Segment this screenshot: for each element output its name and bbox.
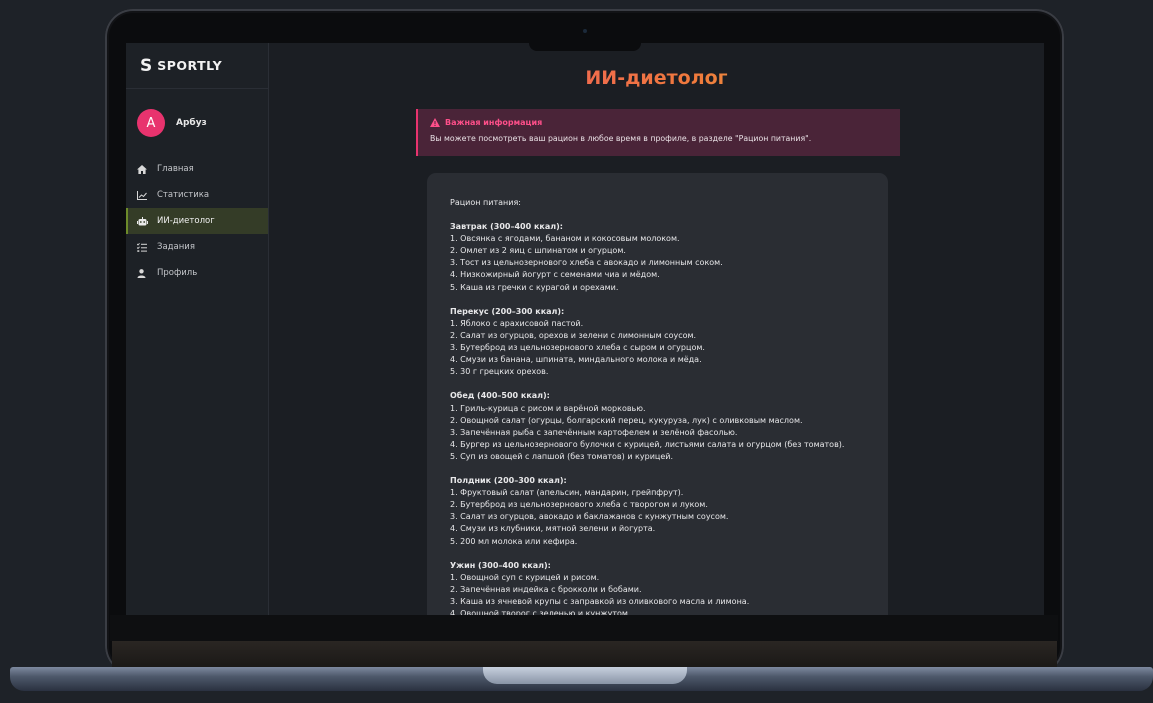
sidebar-item-label: ИИ-диетолог xyxy=(157,216,215,226)
username: Арбуз xyxy=(176,118,207,128)
meal-section: Завтрак (300–400 ккал): 1. Овсянка с ягод… xyxy=(450,221,865,294)
chart-icon xyxy=(137,190,157,200)
app-screen: S SPORTLY A Арбуз Главная Статистика ИИ-… xyxy=(126,43,1044,615)
meal-item: 5. Каша из гречки с курагой и орехами. xyxy=(450,282,619,292)
meal-item: 2. Омлет из 2 яиц с шпинатом и огурцом. xyxy=(450,246,626,256)
sidebar-item-statistics[interactable]: Статистика xyxy=(126,182,268,208)
meal-item: 4. Смузи из клубники, мятной зелени и йо… xyxy=(450,524,656,534)
meal-item: 2. Овощной салат (огурцы, болгарский пер… xyxy=(450,415,803,425)
sidebar-item-ai-dietitian[interactable]: ИИ-диетолог xyxy=(126,208,268,234)
alert-text: Вы можете посмотреть ваш рацион в любое … xyxy=(430,134,812,143)
meal-title: Перекус (200–300 ккал): xyxy=(450,306,565,316)
meal-item: 4. Смузи из банана, шпината, миндального… xyxy=(450,355,702,365)
meal-item: 3. Салат из огурцов, авокадо и баклажано… xyxy=(450,512,729,522)
screen-bezel-bottom xyxy=(110,615,1058,641)
sidebar-item-label: Профиль xyxy=(157,268,198,278)
main-content: ИИ-диетолог Важная информация Вы можете … xyxy=(269,43,1044,615)
user-icon xyxy=(137,268,157,278)
meal-item: 2. Запечённая индейка с брокколи и бобам… xyxy=(450,584,642,594)
brand-mark: S xyxy=(140,55,153,76)
laptop-base-notch xyxy=(483,667,687,684)
meal-item: 1. Гриль-курица с рисом и варёной морков… xyxy=(450,403,646,413)
avatar: A xyxy=(137,109,165,137)
user-block[interactable]: A Арбуз xyxy=(126,89,268,138)
meal-item: 5. Суп из овощей с лапшой (без томатов) … xyxy=(450,451,674,461)
camera-icon xyxy=(583,29,587,33)
laptop-hinge xyxy=(112,641,1057,669)
brand-name: SPORTLY xyxy=(157,58,223,73)
sidebar-item-label: Задания xyxy=(157,242,195,252)
home-icon xyxy=(137,164,157,174)
camera-notch xyxy=(529,29,641,51)
meal-item: 1. Яблоко с арахисовой пастой. xyxy=(450,318,584,328)
page-title: ИИ-диетолог xyxy=(269,67,1044,89)
robot-icon xyxy=(137,216,157,226)
sidebar: S SPORTLY A Арбуз Главная Статистика ИИ-… xyxy=(126,43,269,615)
meal-section: Ужин (300–400 ккал): 1. Овощной суп с кур… xyxy=(450,560,865,615)
meal-item: 3. Запечённая рыба с запечённым картофел… xyxy=(450,427,738,437)
diet-intro: Рацион питания: xyxy=(450,198,521,207)
sidebar-nav: Главная Статистика ИИ-диетолог Задания П… xyxy=(126,156,268,286)
meal-item: 1. Фруктовый салат (апельсин, мандарин, … xyxy=(450,488,684,498)
sidebar-item-profile[interactable]: Профиль xyxy=(126,260,268,286)
sidebar-item-label: Статистика xyxy=(157,190,210,200)
meal-item: 1. Овощной суп с курицей и рисом. xyxy=(450,572,600,582)
meal-item: 3. Бутерброд из цельнозернового хлеба с … xyxy=(450,343,705,353)
meal-title: Полдник (200–300 ккал): xyxy=(450,476,567,486)
meal-title: Ужин (300–400 ккал): xyxy=(450,560,551,570)
meal-section: Обед (400–500 ккал): 1. Гриль-курица с ри… xyxy=(450,390,865,463)
alert-header: Важная информация xyxy=(430,118,888,127)
alert-title: Важная информация xyxy=(445,118,543,127)
meal-item: 3. Тост из цельнозернового хлеба с авока… xyxy=(450,258,723,268)
tasks-icon xyxy=(137,242,157,252)
meal-item: 3. Каша из ячневой крупы с заправкой из … xyxy=(450,597,750,606)
meal-list: Завтрак (300–400 ккал): 1. Овсянка с ягод… xyxy=(450,221,865,615)
meal-title: Обед (400–500 ккал): xyxy=(450,391,550,401)
warning-icon xyxy=(430,118,440,127)
meal-item: 2. Бутерброд из цельнозернового хлеба с … xyxy=(450,500,708,510)
meal-item: 5. 200 мл молока или кефира. xyxy=(450,536,578,546)
diet-plan-card: Рацион питания: Завтрак (300–400 ккал): 1… xyxy=(427,173,888,615)
meal-item: 4. Овощной творог с зеленью и кунжутом. xyxy=(450,609,631,615)
meal-item: 4. Бургер из цельнозернового булочки с к… xyxy=(450,439,845,449)
meal-section: Перекус (200–300 ккал): 1. Яблоко с арахи… xyxy=(450,306,865,379)
sidebar-item-label: Главная xyxy=(157,164,194,174)
sidebar-item-tasks[interactable]: Задания xyxy=(126,234,268,260)
meal-item: 5. 30 г грецких орехов. xyxy=(450,367,549,377)
meal-section: Полдник (200–300 ккал): 1. Фруктовый сала… xyxy=(450,475,865,548)
brand-logo[interactable]: S SPORTLY xyxy=(126,43,268,89)
meal-item: 4. Низкожирный йогурт с семенами чиа и м… xyxy=(450,270,660,280)
sidebar-item-home[interactable]: Главная xyxy=(126,156,268,182)
meal-item: 2. Салат из огурцов, орехов и зелени с л… xyxy=(450,330,697,340)
meal-item: 1. Овсянка с ягодами, бананом и кокосовы… xyxy=(450,234,680,244)
meal-title: Завтрак (300–400 ккал): xyxy=(450,222,563,232)
info-alert: Важная информация Вы можете посмотреть в… xyxy=(416,109,900,156)
